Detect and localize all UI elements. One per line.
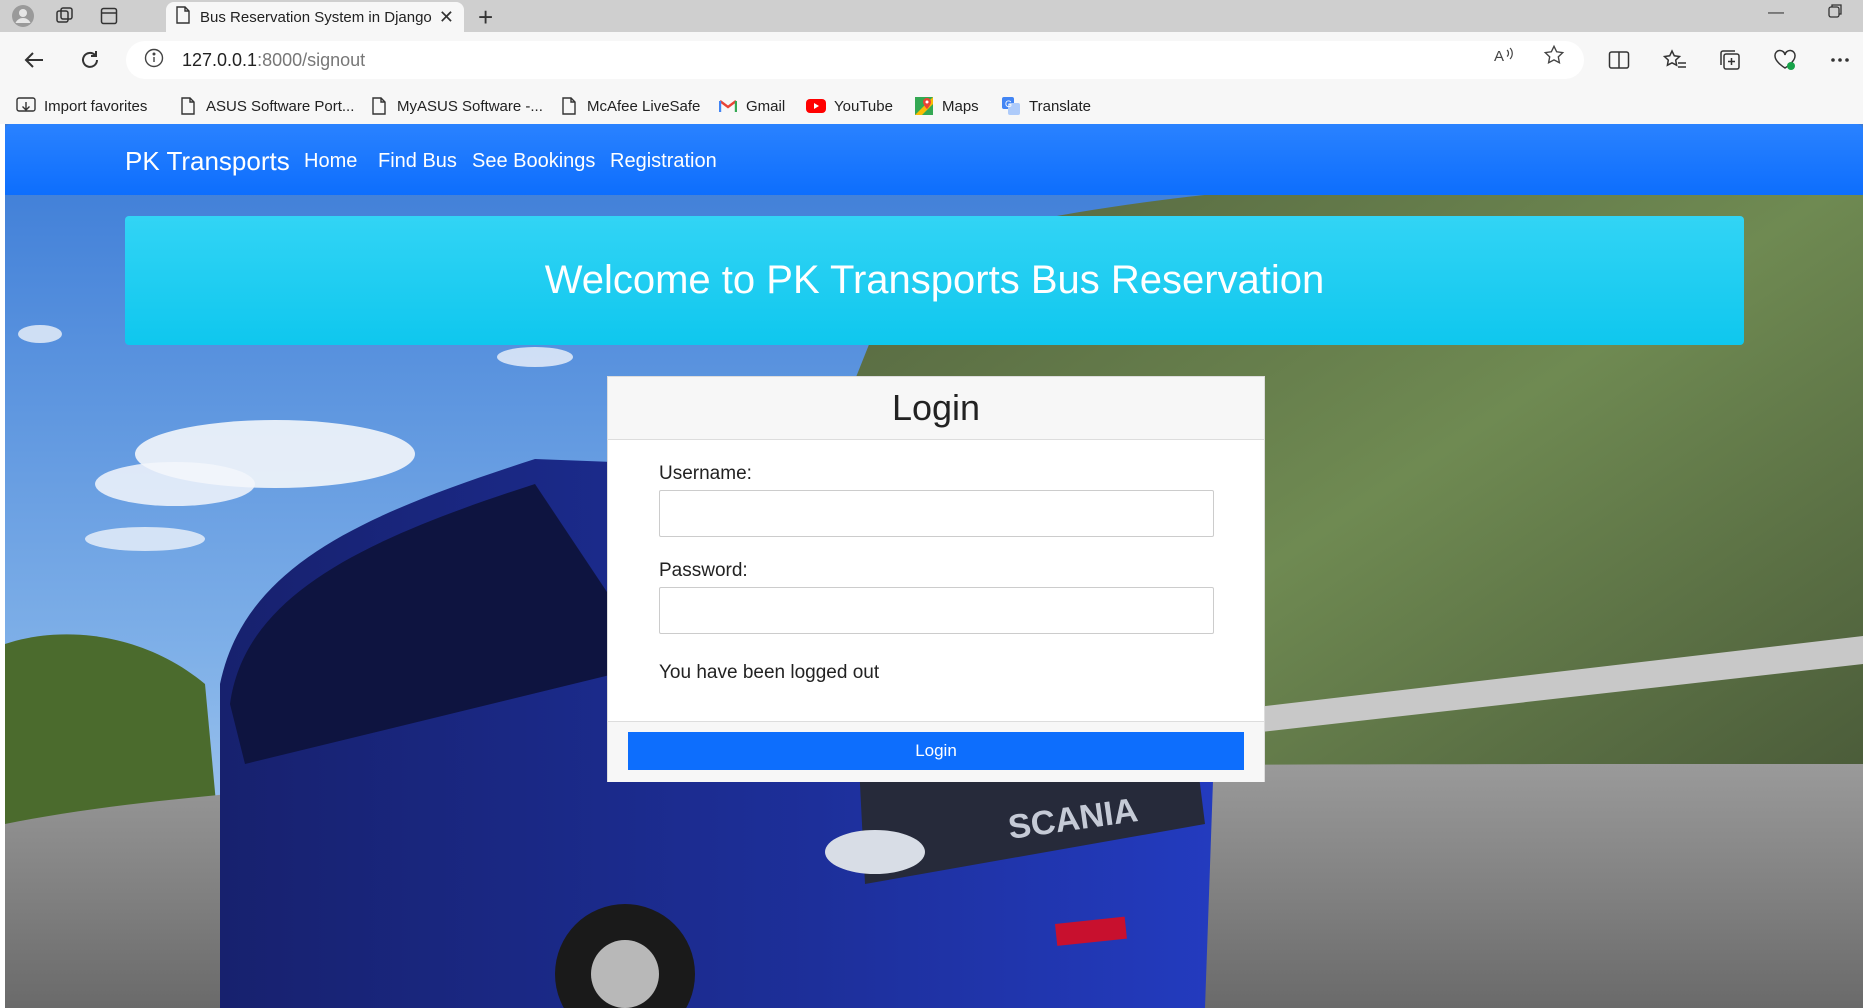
restore-icon[interactable] — [1828, 4, 1842, 23]
url-text: 127.0.0.1:8000/signout — [182, 49, 366, 70]
favorites-bar: Import favorites ASUS Software Port... M… — [0, 86, 1863, 124]
gmail-icon — [718, 96, 738, 116]
address-bar-row: 127.0.0.1:8000/signout A — [0, 32, 1863, 86]
browser-essentials-icon[interactable] — [1770, 45, 1800, 75]
tab-actions-icon[interactable] — [96, 3, 122, 29]
logout-message: You have been logged out — [659, 662, 880, 683]
close-tab-icon[interactable]: ✕ — [439, 7, 454, 28]
login-card-footer: Login — [608, 721, 1264, 782]
login-card-header: Login — [608, 377, 1264, 440]
favorites-icon[interactable] — [1660, 45, 1690, 75]
import-icon — [16, 96, 36, 116]
welcome-banner: Welcome to PK Transports Bus Reservation — [125, 216, 1744, 345]
url-input[interactable]: 127.0.0.1:8000/signout — [126, 41, 1584, 79]
youtube-icon — [806, 96, 826, 116]
favorite-translate[interactable]: G Translate — [1001, 95, 1091, 117]
site-navbar: PK Transports Home Find Bus See Bookings… — [5, 124, 1863, 195]
page-icon — [176, 5, 190, 29]
more-menu-icon[interactable] — [1825, 45, 1855, 75]
back-icon[interactable] — [20, 46, 48, 74]
maps-icon — [914, 96, 934, 116]
favorite-youtube[interactable]: YouTube — [806, 95, 893, 117]
translate-icon: G — [1001, 96, 1021, 116]
nav-see-bookings[interactable]: See Bookings — [472, 150, 595, 173]
favorite-gmail[interactable]: Gmail — [718, 95, 785, 117]
info-icon[interactable] — [144, 48, 164, 73]
favorite-asus-software[interactable]: ASUS Software Port... — [178, 95, 354, 117]
collections-icon[interactable] — [1715, 45, 1745, 75]
welcome-title: Welcome to PK Transports Bus Reservation — [544, 258, 1325, 302]
page-icon — [559, 96, 579, 116]
page-icon — [178, 96, 198, 116]
page-icon — [369, 96, 389, 116]
favorite-myasus[interactable]: MyASUS Software -... — [369, 95, 543, 117]
nav-registration[interactable]: Registration — [610, 150, 717, 173]
active-tab[interactable]: Bus Reservation System in Django ✕ — [166, 2, 464, 32]
browser-tab-bar: Bus Reservation System in Django ✕ + — — [0, 0, 1863, 32]
username-label: Username: — [659, 463, 752, 484]
login-card: Login Username: Password: You have been … — [607, 376, 1265, 782]
nav-find-bus[interactable]: Find Bus — [378, 150, 457, 173]
brand-link[interactable]: PK Transports — [125, 146, 290, 177]
split-screen-icon[interactable] — [1604, 45, 1634, 75]
password-label: Password: — [659, 560, 748, 581]
refresh-icon[interactable] — [76, 46, 104, 74]
page-viewport: SCANIA PK Transports Home Find Bus See B… — [5, 124, 1863, 1008]
svg-text:A: A — [1494, 48, 1504, 65]
password-input[interactable] — [659, 587, 1214, 634]
minimize-icon[interactable]: — — [1768, 4, 1784, 22]
read-aloud-icon[interactable]: A — [1490, 41, 1518, 69]
favorite-import[interactable]: Import favorites — [16, 95, 147, 117]
favorite-mcafee[interactable]: McAfee LiveSafe — [559, 95, 700, 117]
login-form: Username: Password: You have been logged… — [608, 440, 1264, 720]
new-tab-icon[interactable]: + — [478, 2, 493, 33]
login-button[interactable]: Login — [628, 732, 1244, 770]
tab-title: Bus Reservation System in Django — [200, 8, 432, 26]
svg-text:G: G — [1005, 99, 1012, 109]
username-input[interactable] — [659, 490, 1214, 537]
profile-icon[interactable] — [10, 3, 36, 29]
login-title: Login — [891, 387, 981, 428]
favorite-maps[interactable]: Maps — [914, 95, 979, 117]
workspaces-icon[interactable] — [52, 3, 78, 29]
favorite-star-icon[interactable] — [1540, 41, 1568, 69]
nav-home[interactable]: Home — [304, 150, 357, 173]
